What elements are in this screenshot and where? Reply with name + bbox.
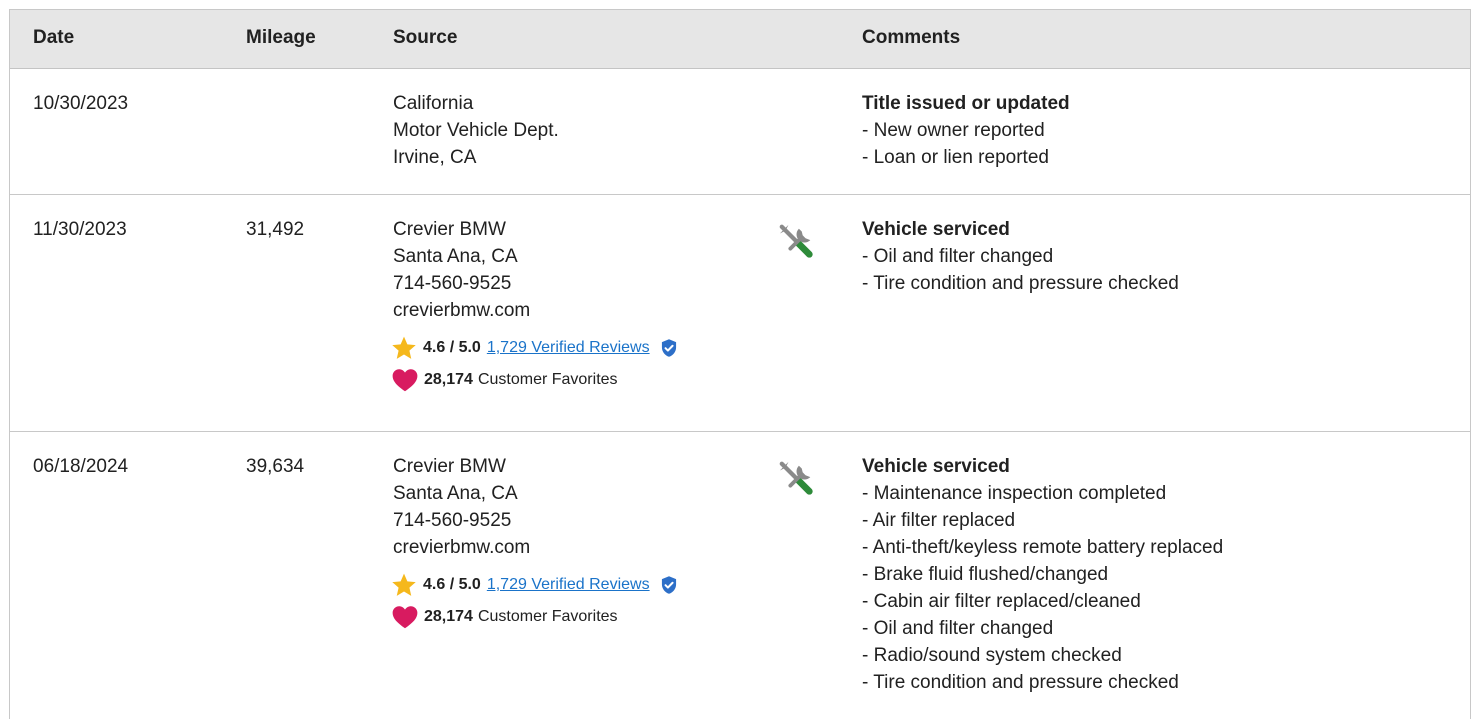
star-icon bbox=[392, 573, 416, 596]
verified-shield-icon bbox=[661, 576, 676, 594]
row-date: 10/30/2023 bbox=[33, 93, 129, 114]
verified-shield-icon bbox=[661, 339, 676, 357]
dealer-rating: 4.6 / 5.0 1,729 Verified Reviews bbox=[392, 572, 679, 598]
row-source: Crevier BMW Santa Ana, CA 714-560-9525 c… bbox=[392, 453, 679, 630]
table-row: 11/30/2023 31,492 Crevier BMW Santa Ana,… bbox=[10, 195, 1470, 432]
favorites-count: 28,174 bbox=[424, 371, 473, 388]
favorites-label: Customer Favorites bbox=[477, 371, 618, 388]
verified-reviews-link[interactable]: 1,729 Verified Reviews bbox=[487, 574, 650, 596]
rating-score: 4.6 / 5.0 bbox=[423, 576, 481, 593]
comment-item: Cabin air filter replaced/cleaned bbox=[862, 588, 1223, 615]
source-line: Santa Ana, CA bbox=[393, 483, 518, 504]
source-line: California bbox=[393, 93, 474, 114]
history-table: Date Mileage Source Comments 10/30/2023 … bbox=[9, 9, 1471, 719]
comment-title: Vehicle serviced bbox=[862, 456, 1010, 477]
favorites-label: Customer Favorites bbox=[477, 608, 618, 625]
comment-list: Oil and filter changed Tire condition an… bbox=[862, 243, 1179, 297]
row-date: 11/30/2023 bbox=[33, 219, 127, 240]
header-date: Date bbox=[33, 27, 75, 48]
source-line: Santa Ana, CA bbox=[393, 246, 518, 267]
comment-item: Oil and filter changed bbox=[862, 243, 1179, 270]
service-tools-icon bbox=[779, 224, 813, 258]
table-row: 10/30/2023 California Motor Vehicle Dept… bbox=[10, 69, 1470, 195]
comment-list: Maintenance inspection completed Air fil… bbox=[862, 480, 1224, 696]
row-source: California Motor Vehicle Dept. Irvine, C… bbox=[393, 90, 559, 171]
heart-icon bbox=[392, 606, 418, 629]
comment-item: Brake fluid flushed/changed bbox=[862, 561, 1223, 588]
source-line: 714-560-9525 bbox=[393, 510, 512, 531]
comment-item: Air filter replaced bbox=[862, 507, 1223, 534]
comment-title: Title issued or updated bbox=[862, 93, 1070, 114]
row-mileage: 31,492 bbox=[246, 219, 305, 240]
row-mileage: 39,634 bbox=[246, 456, 305, 477]
table-header: Date Mileage Source Comments bbox=[10, 10, 1470, 69]
header-mileage: Mileage bbox=[246, 27, 316, 48]
comment-item: Radio/sound system checked bbox=[862, 642, 1223, 669]
row-date: 06/18/2024 bbox=[33, 456, 129, 477]
heart-icon bbox=[392, 369, 418, 392]
comment-item: New owner reported bbox=[862, 117, 1070, 144]
comment-item: Oil and filter changed bbox=[862, 615, 1223, 642]
row-source: Crevier BMW Santa Ana, CA 714-560-9525 c… bbox=[392, 216, 679, 393]
header-comments: Comments bbox=[862, 27, 961, 48]
comment-item: Anti-theft/keyless remote battery replac… bbox=[862, 534, 1224, 561]
row-comments: Vehicle serviced Maintenance inspection … bbox=[862, 453, 1223, 696]
source-line: Irvine, CA bbox=[393, 147, 477, 168]
customer-favorites: 28,174 Customer Favorites bbox=[392, 367, 679, 393]
source-line: Crevier BMW bbox=[393, 456, 506, 477]
dealer-rating: 4.6 / 5.0 1,729 Verified Reviews bbox=[392, 335, 679, 361]
comment-list: New owner reported Loan or lien reported bbox=[862, 117, 1070, 171]
header-source: Source bbox=[393, 27, 458, 48]
favorites-count: 28,174 bbox=[424, 608, 473, 625]
row-comments: Vehicle serviced Oil and filter changed … bbox=[862, 216, 1179, 297]
table-row: 06/18/2024 39,634 Crevier BMW Santa Ana,… bbox=[10, 432, 1470, 719]
source-line: Crevier BMW bbox=[393, 219, 506, 240]
comment-title: Vehicle serviced bbox=[862, 219, 1010, 240]
source-line: crevierbmw.com bbox=[393, 300, 531, 321]
comment-item: Maintenance inspection completed bbox=[862, 480, 1223, 507]
source-line: crevierbmw.com bbox=[393, 537, 531, 558]
verified-reviews-link[interactable]: 1,729 Verified Reviews bbox=[487, 337, 650, 359]
source-line: 714-560-9525 bbox=[393, 273, 512, 294]
customer-favorites: 28,174 Customer Favorites bbox=[392, 604, 679, 630]
row-comments: Title issued or updated New owner report… bbox=[862, 90, 1070, 171]
rating-score: 4.6 / 5.0 bbox=[423, 339, 481, 356]
comment-item: Tire condition and pressure checked bbox=[862, 270, 1179, 297]
service-tools-icon bbox=[779, 461, 813, 495]
star-icon bbox=[392, 336, 416, 359]
source-line: Motor Vehicle Dept. bbox=[393, 120, 559, 141]
comment-item: Loan or lien reported bbox=[862, 144, 1070, 171]
comment-item: Tire condition and pressure checked bbox=[862, 669, 1223, 696]
